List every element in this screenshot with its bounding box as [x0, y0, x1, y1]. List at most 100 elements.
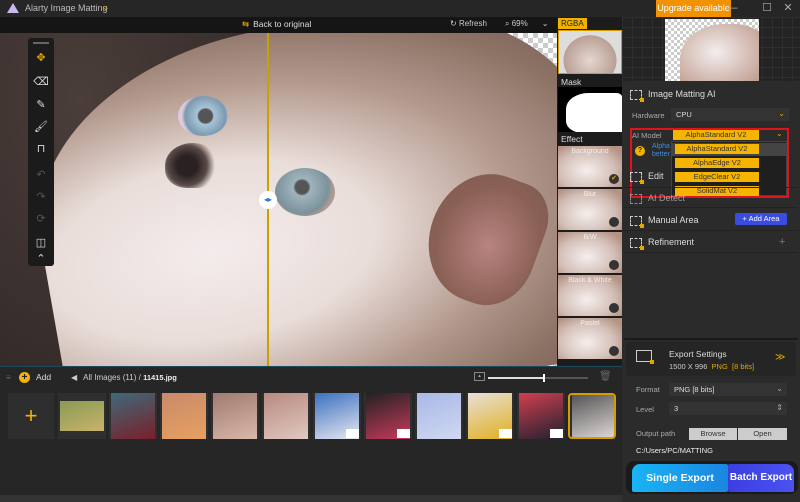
slider-knob[interactable] — [543, 374, 545, 382]
redo-icon[interactable]: ↷ — [31, 188, 51, 206]
dropdown-option[interactable]: AlphaEdge V2 — [675, 158, 759, 168]
divider — [624, 252, 798, 253]
batch-export-button[interactable]: Batch Export — [728, 464, 794, 492]
effect-thumbnail[interactable]: Blur — [558, 189, 622, 231]
effect-name: Blur — [583, 191, 597, 198]
trash-icon[interactable]: 🗑 — [599, 371, 612, 382]
ai-model-label: AI Model — [632, 131, 662, 140]
divider — [624, 230, 798, 231]
split-drag-handle[interactable]: ◂▸ — [259, 191, 277, 209]
collapse-icon[interactable]: ⌃ — [31, 250, 51, 268]
help-icon[interactable]: ? — [635, 146, 645, 156]
thumbnail-image — [111, 393, 155, 439]
browse-button[interactable]: Browse — [689, 428, 737, 440]
gallery-thumbnail[interactable] — [160, 393, 208, 439]
ai-detect-icon — [630, 193, 642, 204]
expand-chevron-icon[interactable]: ≫ — [775, 352, 785, 363]
chevron-down-icon: ⌄ — [778, 109, 785, 118]
format-select[interactable]: PNG [8 bits] ⌄ — [669, 383, 787, 396]
refinement-section[interactable]: Refinement — [630, 237, 694, 250]
refresh-button[interactable]: ↻ Refresh — [450, 19, 487, 28]
stepper-arrows-icon[interactable]: ⇕ — [776, 403, 783, 412]
breadcrumb-root[interactable]: All Images (11) — [83, 373, 136, 382]
add-images-button[interactable]: + Add — [19, 372, 51, 383]
processed-badge — [397, 429, 410, 438]
gallery-thumbnail[interactable] — [313, 393, 361, 439]
canvas-toolbar: ⇆ Back to original ↻ Refresh ⌕ 69% ⌄ — [0, 17, 557, 33]
zoom-control[interactable]: ⌕ 69% ⌄ — [505, 19, 548, 29]
status-bar — [0, 495, 622, 502]
maximize-icon[interactable]: ☐ — [757, 1, 777, 16]
result-preview — [665, 19, 759, 81]
ai-detect-section[interactable]: AI Detect — [630, 193, 685, 204]
gallery-thumbnail[interactable] — [58, 393, 106, 439]
menu-icon[interactable]: ≡ — [6, 373, 11, 382]
chevron-down-icon[interactable]: ⌄ — [542, 19, 549, 28]
effect-thumbnail[interactable]: Black & White — [558, 275, 622, 317]
processed-badge — [550, 429, 563, 438]
zoom-icon: ⌕ — [505, 19, 512, 28]
hardware-select[interactable]: CPU ⌄ — [671, 108, 789, 121]
drag-grip[interactable] — [33, 42, 49, 44]
roller-tool-icon[interactable]: ⊓ — [31, 140, 51, 158]
rgba-thumbnail[interactable] — [558, 30, 622, 74]
image-canvas[interactable]: ◂▸ — [0, 33, 557, 366]
effect-name: Background — [571, 148, 609, 155]
undo-icon[interactable]: ↶ — [31, 166, 51, 184]
app-logo-icon — [7, 3, 19, 13]
mask-thumbnail[interactable] — [558, 87, 622, 132]
image-matting-icon — [630, 89, 644, 102]
radio-icon — [609, 303, 619, 313]
cat-eye — [178, 96, 228, 136]
plus-icon[interactable]: + — [779, 236, 785, 248]
gallery-thumbnail[interactable] — [568, 393, 616, 439]
chevron-down-icon[interactable]: ⌄ — [776, 129, 783, 138]
thumbnail-image — [264, 393, 308, 439]
hardware-label: Hardware — [632, 111, 665, 120]
back-arrow-icon[interactable]: ◀ — [71, 373, 77, 382]
processed-badge — [499, 429, 512, 438]
brush-tool-icon[interactable]: 🖌 — [31, 118, 51, 136]
close-icon[interactable]: ✕ — [778, 1, 798, 16]
rgba-tab[interactable]: RGBA — [558, 18, 587, 29]
single-export-button[interactable]: Single Export — [632, 464, 728, 492]
open-button[interactable]: Open — [738, 428, 787, 440]
back-to-original-button[interactable]: ⇆ Back to original — [242, 19, 311, 30]
ai-model-select[interactable]: AlphaStandard V2 — [673, 130, 759, 140]
edit-icon — [630, 171, 644, 184]
thumbnail-size-slider[interactable] — [488, 374, 588, 382]
add-area-button[interactable]: + Add Area — [735, 213, 787, 225]
pen-tool-icon[interactable]: ✎ — [31, 96, 51, 114]
effect-name: B/W — [583, 234, 597, 241]
manual-area-section: Manual Area — [630, 215, 699, 228]
effect-thumbnail[interactable]: Pastel — [558, 318, 622, 360]
manual-area-icon — [630, 215, 644, 228]
gallery-thumbnail[interactable] — [364, 393, 412, 439]
gallery-thumbnail[interactable] — [109, 393, 157, 439]
effect-thumbnail[interactable]: B/W — [558, 232, 622, 274]
move-tool-icon[interactable]: ✥ — [31, 49, 51, 67]
thumbnail-image — [417, 393, 461, 439]
effect-label: Effect — [561, 134, 583, 144]
model-help-text[interactable]: Alpha better — [652, 143, 670, 159]
thumbnail-image — [60, 401, 104, 431]
add-image-tile[interactable]: + — [8, 393, 54, 439]
gallery-thumbnail[interactable] — [517, 393, 565, 439]
eraser-tool-icon[interactable]: ⌫ — [31, 73, 51, 91]
app-menu-chevron-icon[interactable]: ⌄ — [102, 2, 110, 13]
gallery-thumbnail[interactable] — [415, 393, 463, 439]
edit-section[interactable]: Edit — [630, 171, 664, 184]
dropdown-option[interactable]: EdgeClear V2 — [675, 172, 759, 182]
effect-thumbnail[interactable]: Background ✔ — [558, 146, 622, 188]
cat-eye — [275, 168, 335, 216]
gallery-thumbnail[interactable] — [262, 393, 310, 439]
gallery-thumbnail[interactable] — [466, 393, 514, 439]
minimize-icon[interactable]: — — [722, 1, 742, 16]
dropdown-option[interactable]: AlphaStandard V2 — [675, 144, 759, 154]
cat-nose — [165, 143, 220, 188]
reset-icon[interactable]: ⟳ — [31, 210, 51, 228]
level-stepper[interactable]: 3 ⇕ — [669, 402, 787, 415]
gallery-thumbnail[interactable] — [211, 393, 259, 439]
app-title: Alarty Image Matting — [25, 3, 108, 13]
upgrade-button[interactable]: Upgrade available — [656, 0, 731, 17]
